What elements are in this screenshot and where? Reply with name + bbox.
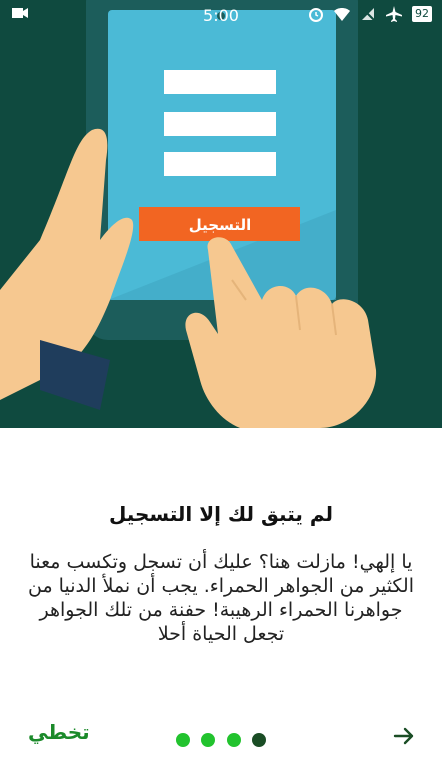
status-bar: 5:00 92 (0, 0, 442, 30)
page-dot-4-active (251, 733, 266, 747)
airplane-icon (386, 6, 402, 22)
onboarding-footer: تخطي (0, 700, 442, 768)
register-button-label: التسجيل (189, 216, 251, 234)
register-illustration: التسجيل (0, 0, 377, 428)
form-field-username (164, 70, 276, 94)
next-arrow-icon[interactable] (392, 724, 416, 748)
page-dot-3 (226, 733, 241, 747)
no-sim-icon (360, 6, 376, 22)
form-field-email (164, 112, 276, 136)
battery-icon: 92 (412, 6, 432, 22)
page-dot-2 (201, 733, 216, 747)
page-title: لم يتبق لك إلا التسجيل (108, 502, 334, 526)
wifi-icon (334, 8, 350, 21)
form-field-password (164, 152, 276, 176)
page-description: يا إلهي! مازلت هنا؟ عليك أن تسجل وتكسب م… (28, 551, 414, 645)
page-indicator (0, 732, 442, 751)
left-sleeve (40, 340, 110, 410)
alarm-icon (309, 8, 323, 22)
page-dot-1 (176, 733, 191, 747)
onboarding-illustration: التسجيل 5:00 92 (0, 0, 442, 428)
